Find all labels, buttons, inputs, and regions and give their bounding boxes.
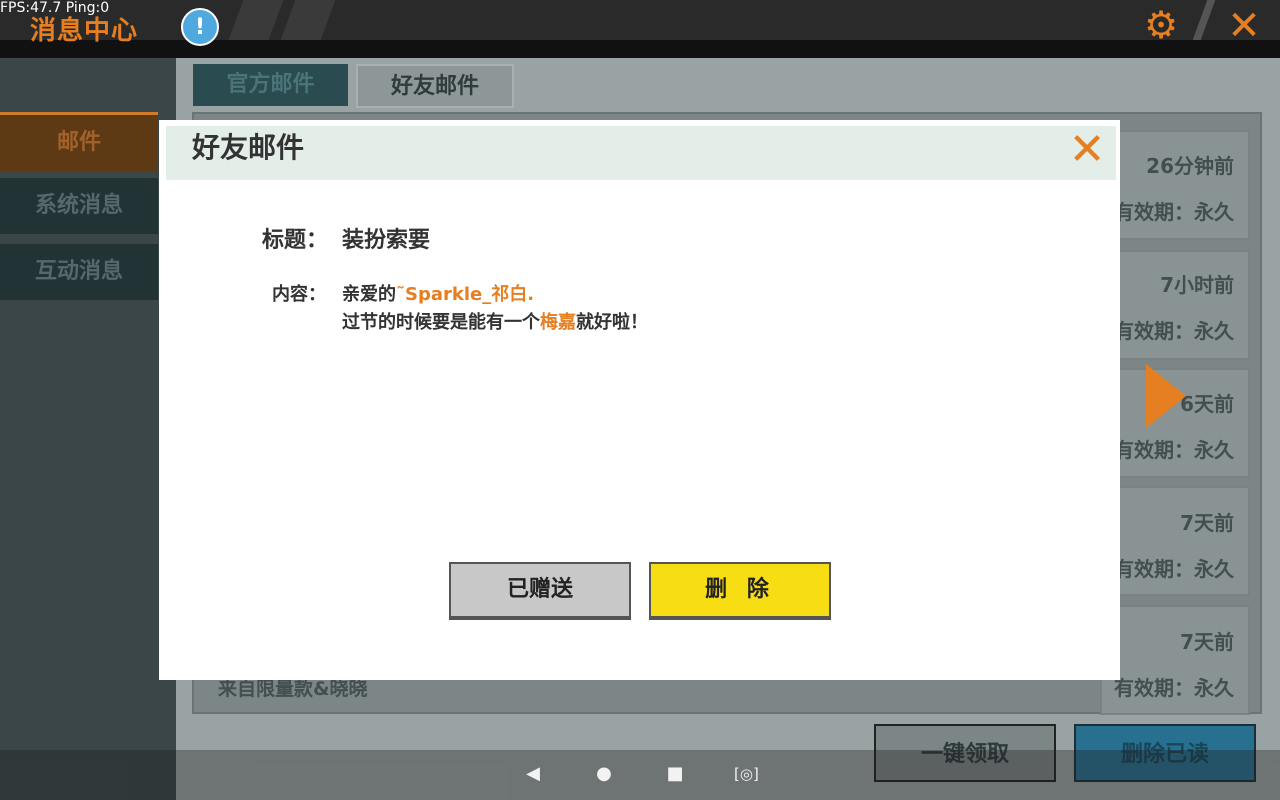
sidebar-item-system-messages[interactable]: 系统消息 [0,178,158,234]
mail-time: 6天前 [1180,392,1234,416]
back-icon[interactable]: ◀ [521,762,545,786]
mail-detail-dialog [159,120,1120,680]
close-icon[interactable]: ✕ [1066,128,1108,172]
requested-item: 梅嘉 [540,312,576,333]
next-arrow-icon[interactable] [1146,364,1186,428]
sent-button[interactable]: 已赠送 [449,562,631,620]
tab-friend-mail[interactable]: 好友邮件 [356,64,514,108]
gear-icon[interactable]: ⚙ [1138,4,1184,46]
content-line: 过节的时候要是能有一个梅嘉就好啦！ [342,312,648,333]
mail-time: 7天前 [1180,630,1234,654]
sidebar-item-mail[interactable]: 邮件 [0,112,158,171]
delete-button[interactable]: 删 除 [649,562,831,620]
mail-time: 7天前 [1180,511,1234,535]
recipient-name: ˜Sparkle_祁白. [396,284,535,305]
mail-expire: 有效期：永久 [1114,200,1234,224]
system-nav-bar [0,750,1280,800]
mail-time: 7小时前 [1160,273,1234,297]
dialog-title: 好友邮件 [192,131,305,164]
subject-value: 装扮索要 [342,228,431,253]
page-title: 消息中心 [30,16,139,46]
close-icon[interactable]: ✕ [1222,4,1266,48]
sidebar-item-interaction-messages[interactable]: 互动消息 [0,244,158,300]
content-label: 内容： [272,284,326,305]
recents-icon[interactable]: ■ [663,762,687,786]
alert-icon[interactable]: ! [181,8,219,46]
home-icon[interactable]: ● [592,762,616,786]
mail-expire: 有效期：永久 [1114,438,1234,462]
content-line: 亲爱的˜Sparkle_祁白. [342,284,535,305]
mail-time: 26分钟前 [1146,154,1234,178]
dialog-header [166,126,1116,180]
tab-official-mail[interactable]: 官方邮件 [193,64,348,106]
subject-label: 标题： [262,228,329,253]
screenshot-icon[interactable]: [◎] [734,762,759,786]
mail-expire: 有效期：永久 [1114,319,1234,343]
mail-expire: 有效期：永久 [1114,557,1234,581]
mail-expire: 有效期：永久 [1114,676,1234,700]
